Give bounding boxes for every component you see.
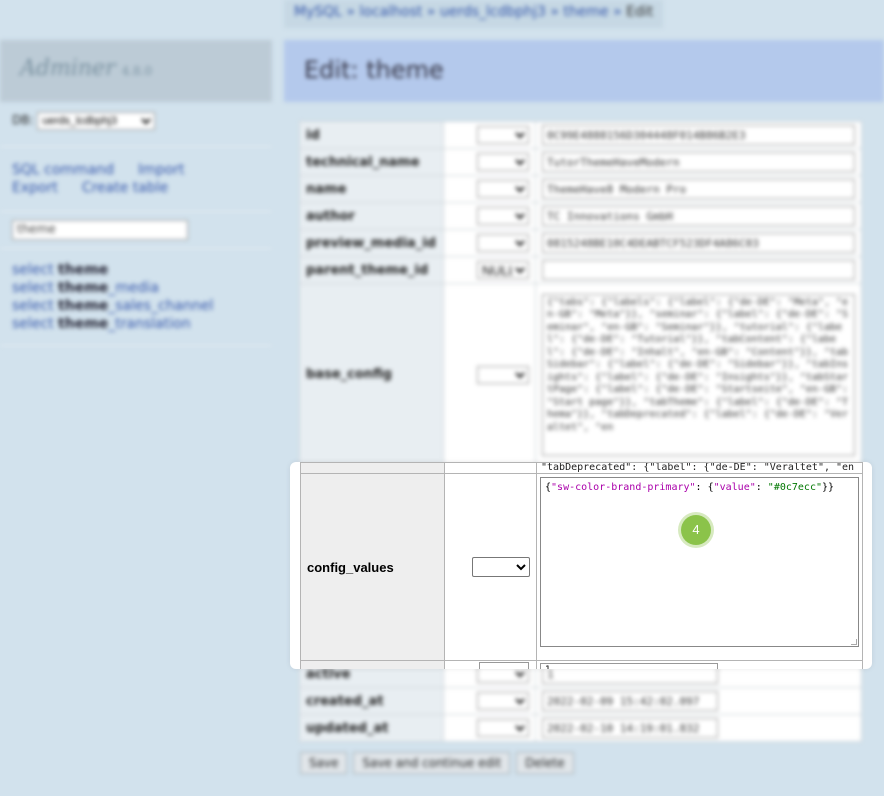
field-input-parent-theme-id[interactable]: [542, 260, 855, 280]
field-row-author: author: [299, 202, 862, 230]
active-input-stub[interactable]: 1: [540, 663, 718, 669]
field-row-created-at: created_at: [299, 687, 862, 715]
field-label: technical_name: [299, 148, 444, 176]
db-select[interactable]: uerds_lcdbphj3: [37, 112, 156, 130]
field-input-created-at[interactable]: [542, 691, 718, 711]
field-label: author: [299, 202, 444, 230]
field-input-id[interactable]: [542, 125, 855, 145]
function-select[interactable]: [477, 180, 529, 198]
table-list: select theme select theme_media select t…: [0, 255, 272, 339]
config-values-label: config_values: [300, 473, 445, 661]
config-values-textarea[interactable]: {"sw-color-brand-primary": {"value": "#0…: [540, 477, 859, 647]
function-select[interactable]: [477, 365, 529, 384]
table-link-theme[interactable]: select theme: [12, 261, 260, 279]
function-select[interactable]: [477, 207, 529, 225]
db-selector-row: DB: uerds_lcdbphj3: [0, 102, 272, 140]
save-button[interactable]: Save: [300, 752, 348, 774]
field-label: parent_theme_id: [299, 256, 444, 284]
sidebar-links: SQL command Import Export Create table: [0, 153, 272, 205]
table-filter-input[interactable]: theme: [12, 220, 188, 240]
breadcrumb-current: Edit: [626, 4, 654, 20]
export-link[interactable]: Export: [12, 180, 58, 196]
page-title: Edit: theme: [284, 40, 884, 102]
background-page: MySQL » localhost » uerds_lcdbphj3 » the…: [0, 0, 884, 796]
field-row-id: id: [299, 121, 862, 149]
breadcrumb-table[interactable]: theme: [563, 4, 608, 20]
field-label: base_config: [299, 283, 444, 466]
field-label: updated_at: [299, 714, 444, 742]
import-link[interactable]: Import: [138, 162, 184, 178]
create-table-link[interactable]: Create table: [82, 180, 168, 196]
field-row-preview-media-id: preview_media_id: [299, 229, 862, 257]
breadcrumb: MySQL » localhost » uerds_lcdbphj3 » the…: [284, 0, 664, 28]
field-input-name[interactable]: [542, 179, 855, 199]
field-input-preview-media-id[interactable]: [542, 233, 855, 253]
field-row-base-config: base_config {"tabs": {"labels": {"label"…: [299, 283, 862, 466]
step-badge: 4: [681, 515, 711, 545]
field-label: created_at: [299, 687, 444, 715]
base-config-textarea-tail: "tabDeprecated": {"label": {"de-DE": "Ve…: [541, 463, 855, 473]
app-logo[interactable]: Adminer 4.8.0: [0, 40, 272, 102]
breadcrumb-database[interactable]: uerds_lcdbphj3: [440, 4, 546, 20]
config-values-function-select[interactable]: [472, 557, 530, 577]
field-textarea-base-config[interactable]: {"tabs": {"labels": {"label": {"de-DE": …: [542, 293, 855, 456]
function-select[interactable]: [477, 234, 529, 252]
function-select[interactable]: [477, 719, 529, 737]
active-function-select-stub[interactable]: [479, 662, 529, 669]
breadcrumb-mysql[interactable]: MySQL: [294, 4, 342, 20]
table-link-theme-translation[interactable]: select theme_translation: [12, 315, 260, 333]
field-input-updated-at[interactable]: [542, 718, 718, 738]
delete-button[interactable]: Delete: [516, 752, 574, 774]
field-input-author[interactable]: [542, 206, 855, 226]
field-row-parent-theme-id: parent_theme_id NULL: [299, 256, 862, 284]
resize-handle-icon[interactable]: [851, 639, 857, 645]
function-select[interactable]: [477, 126, 529, 144]
sidebar: Adminer 4.8.0 DB: uerds_lcdbphj3 SQL comm…: [0, 40, 272, 352]
form-buttons: Save Save and continue edit Delete: [300, 752, 580, 774]
table-link-theme-media[interactable]: select theme_media: [12, 279, 260, 297]
field-row-name: name: [299, 175, 862, 203]
field-input-technical-name[interactable]: [542, 152, 855, 172]
function-select[interactable]: [477, 153, 529, 171]
sql-command-link[interactable]: SQL command: [12, 162, 114, 178]
field-row-technical-name: technical_name: [299, 148, 862, 176]
app-version: 4.8.0: [121, 64, 153, 78]
save-and-continue-button[interactable]: Save and continue edit: [353, 752, 511, 774]
field-row-updated-at: updated_at: [299, 714, 862, 742]
function-select[interactable]: NULL: [477, 261, 529, 279]
table-link-theme-sales-channel[interactable]: select theme_sales_channel: [12, 297, 260, 315]
highlighted-config-values-panel: "tabDeprecated": {"label": {"de-DE": "Ve…: [290, 462, 872, 669]
app-name: Adminer: [20, 56, 116, 81]
function-select[interactable]: [477, 692, 529, 710]
breadcrumb-server[interactable]: localhost: [360, 4, 423, 20]
field-label: id: [299, 121, 444, 149]
field-label: preview_media_id: [299, 229, 444, 257]
db-label: DB:: [12, 113, 34, 127]
field-label: name: [299, 175, 444, 203]
